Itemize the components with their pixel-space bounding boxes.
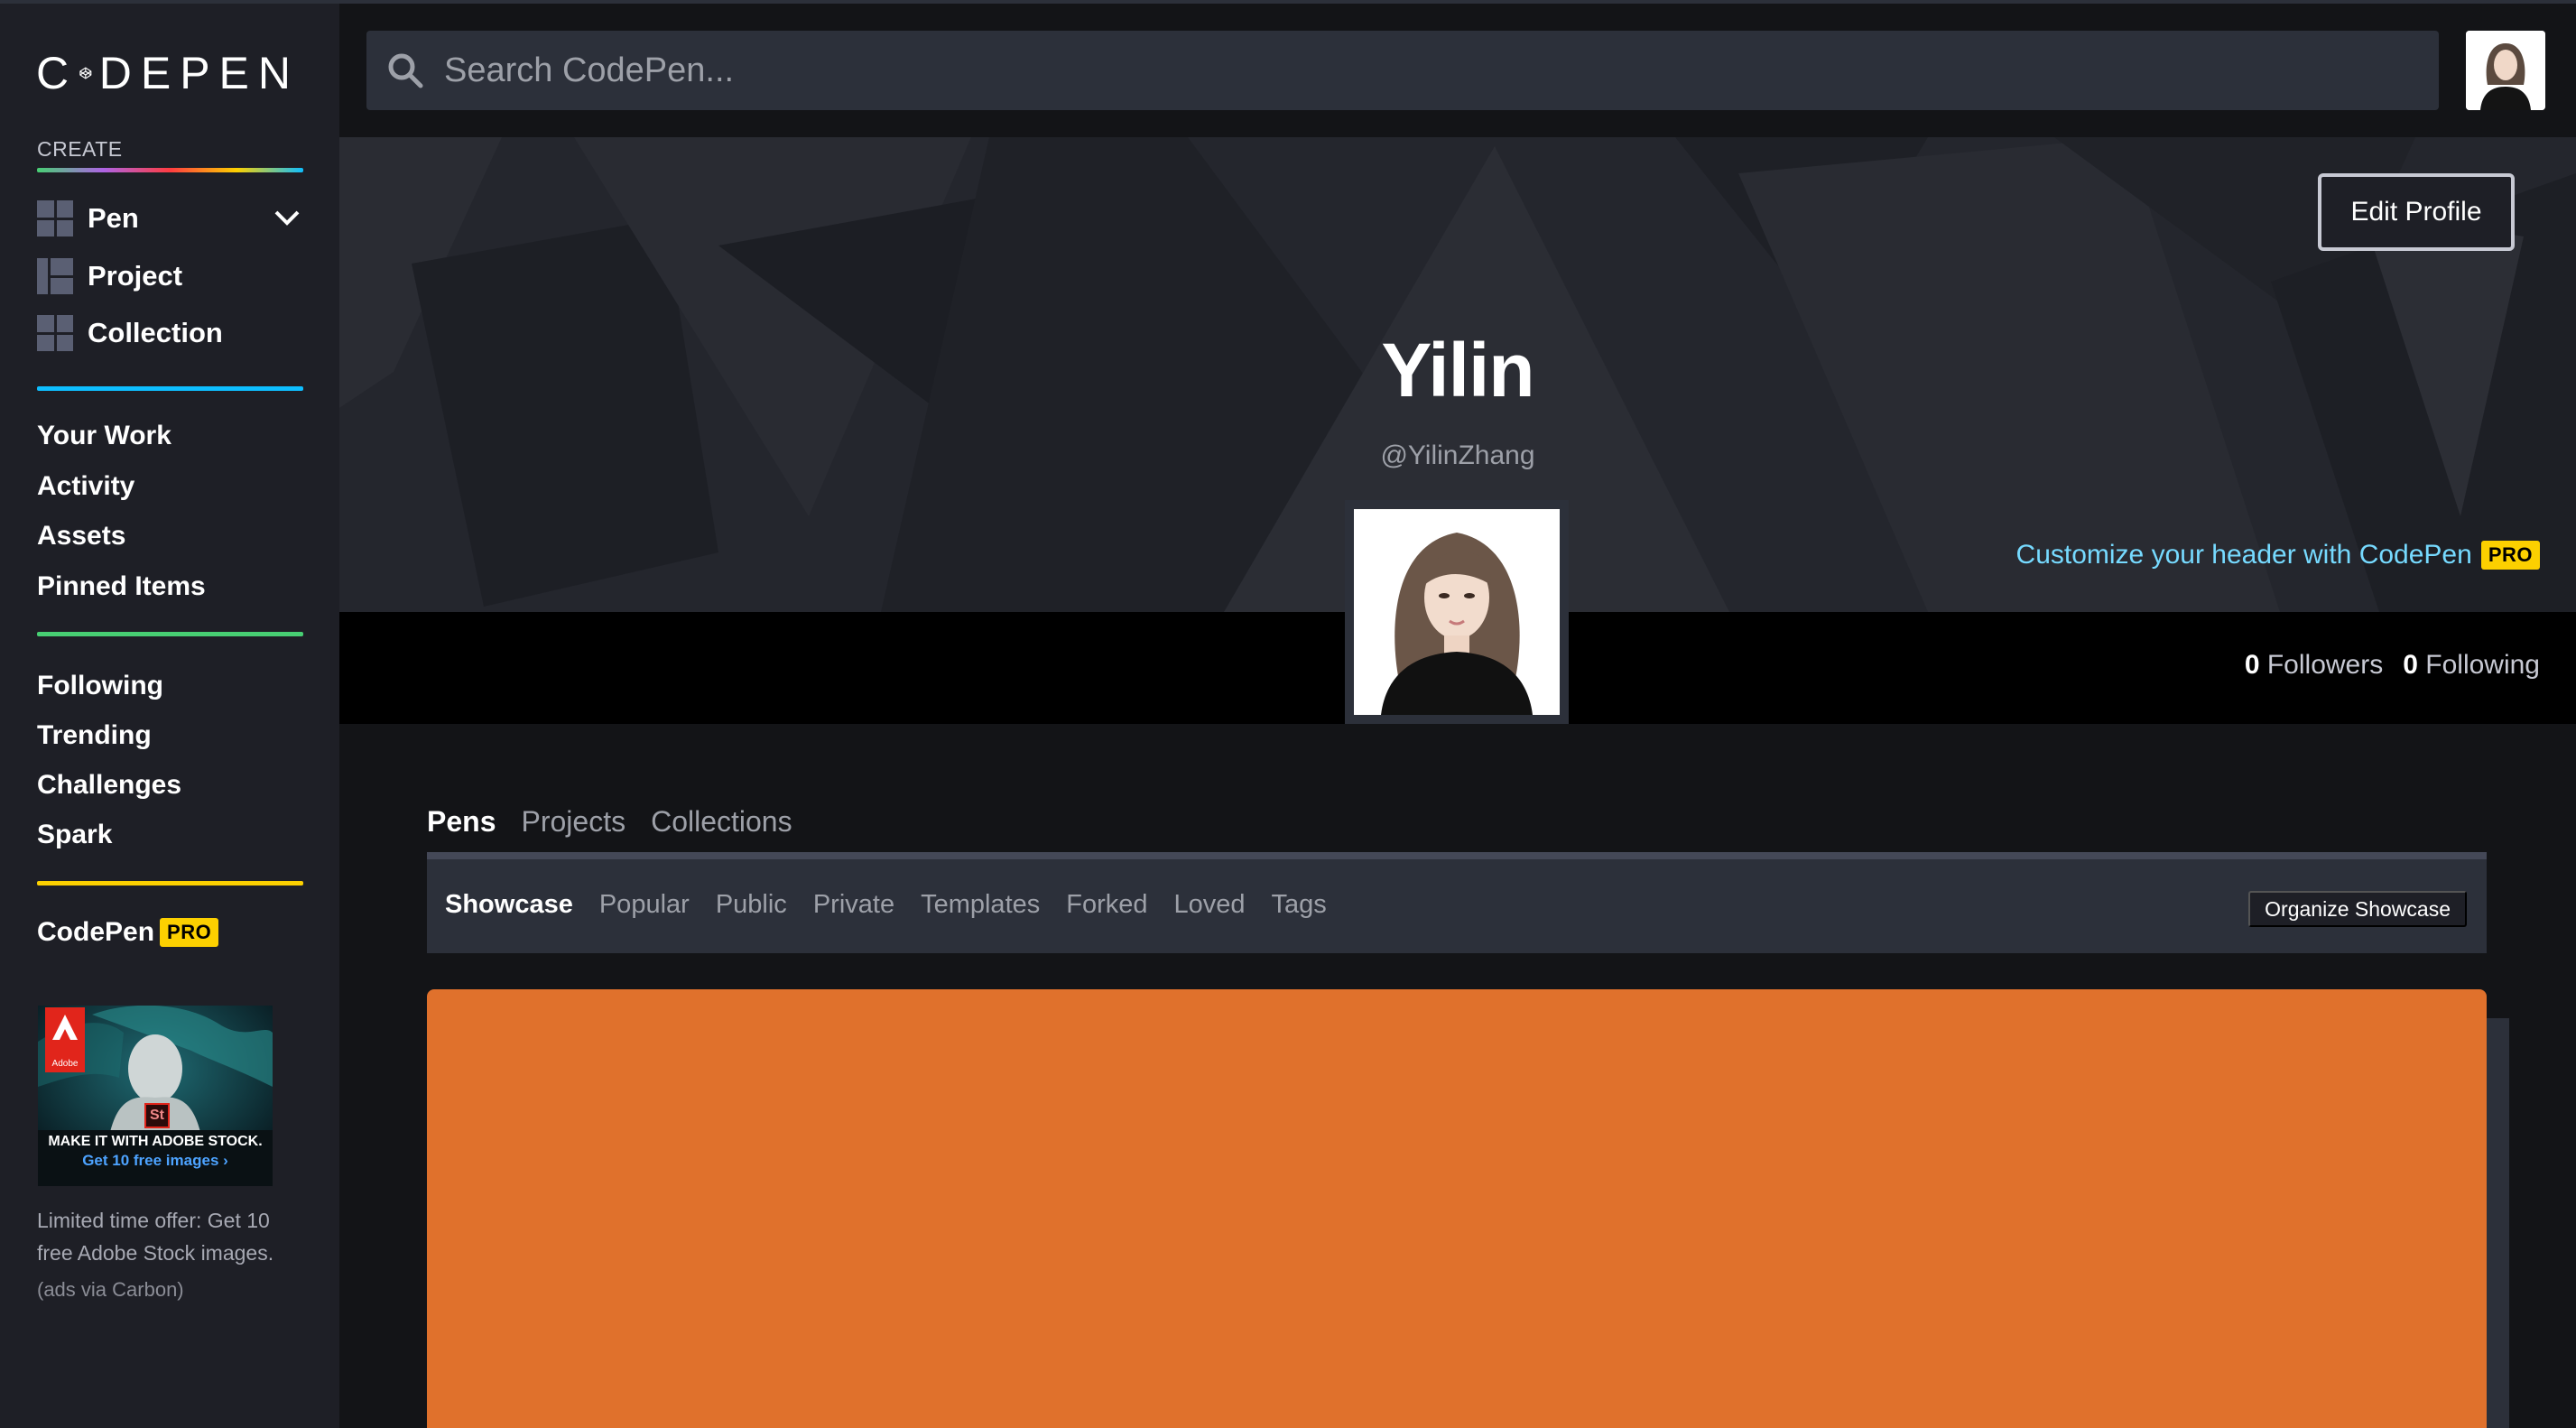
create-project-label: Project <box>88 260 183 292</box>
following-count: 0 <box>2403 650 2418 680</box>
pro-badge: PRO <box>160 918 219 947</box>
ad-cta: Get 10 free images › <box>82 1152 228 1169</box>
adobe-stock-ad[interactable]: Adobe St MAKE IT WITH ADOBE STOCK. Get 1… <box>38 1006 273 1186</box>
nav-following[interactable]: Following <box>37 671 163 701</box>
nav-divider-yellow <box>37 881 303 886</box>
followers-count: 0 <box>2244 650 2260 680</box>
nav-divider-blue <box>37 386 303 391</box>
ad-headline: MAKE IT WITH ADOBE STOCK. <box>48 1134 263 1149</box>
create-divider <box>37 168 303 172</box>
stock-st-icon: St <box>144 1103 170 1128</box>
customize-pro-badge: PRO <box>2480 541 2540 570</box>
followers-stat[interactable]: 0 Followers <box>2245 650 2383 681</box>
nav-challenges[interactable]: Challenges <box>37 770 181 801</box>
create-collection-label: Collection <box>88 317 223 348</box>
followers-label: Followers <box>2266 650 2384 680</box>
search-icon <box>388 53 423 88</box>
ad-via-carbon[interactable]: (ads via Carbon) <box>37 1278 184 1302</box>
create-collection-button[interactable]: Collection <box>37 313 308 353</box>
nav-assets[interactable]: Assets <box>37 521 125 552</box>
showcase-card[interactable] <box>427 989 2487 1428</box>
search-input[interactable] <box>444 51 2340 90</box>
subtab-loved[interactable]: Loved <box>1174 890 1246 920</box>
user-avatar[interactable] <box>2466 31 2545 110</box>
chevron-down-icon[interactable] <box>273 206 301 229</box>
following-label: Following <box>2425 650 2540 680</box>
top-bar <box>339 4 2576 137</box>
profile-avatar <box>1345 500 1569 724</box>
tab-pens[interactable]: Pens <box>427 805 496 839</box>
nav-trending[interactable]: Trending <box>37 720 152 751</box>
adobe-logo-icon: Adobe <box>45 1007 85 1072</box>
customize-header-link[interactable]: Customize your header with CodePen PRO <box>2016 540 2540 570</box>
nav-pinned-items[interactable]: Pinned Items <box>37 571 206 602</box>
search-bar[interactable] <box>366 31 2439 110</box>
nav-activity[interactable]: Activity <box>37 471 134 502</box>
tab-collections[interactable]: Collections <box>651 805 792 839</box>
create-pen-label: Pen <box>88 202 139 234</box>
codepen-logo[interactable]: C DEPEN <box>36 45 300 101</box>
tabs-underline <box>427 852 2487 859</box>
nav-divider-green <box>37 632 303 636</box>
subtab-tags[interactable]: Tags <box>1272 890 1327 920</box>
ad-brand: Adobe <box>51 1059 79 1069</box>
project-icon <box>37 258 73 294</box>
following-stat[interactable]: 0 Following <box>2403 650 2540 681</box>
collection-icon <box>37 315 73 351</box>
subtab-forked[interactable]: Forked <box>1066 890 1147 920</box>
create-pen-button[interactable]: Pen <box>37 199 308 238</box>
sidebar: C DEPEN CREATE Pen Project Collection Yo… <box>0 4 339 1428</box>
organize-showcase-button[interactable]: Organize Showcase <box>2248 891 2467 927</box>
pens-subnav: Showcase Popular Public Private Template… <box>427 859 2487 953</box>
subtab-public[interactable]: Public <box>716 890 787 920</box>
codepen-pro-label: CodePen <box>37 917 155 947</box>
customize-header-text: Customize your header with CodePen <box>2015 540 2472 570</box>
logo-text-left: C <box>36 48 79 98</box>
codepen-cube-icon <box>79 67 92 79</box>
pen-icon <box>37 200 73 236</box>
create-project-button[interactable]: Project <box>37 256 308 296</box>
subtab-private[interactable]: Private <box>813 890 894 920</box>
subtab-popular[interactable]: Popular <box>599 890 690 920</box>
logo-text-right: DEPEN <box>98 48 300 98</box>
subtab-showcase[interactable]: Showcase <box>445 890 573 920</box>
codepen-pro-link[interactable]: CodePen PRO <box>37 917 219 948</box>
nav-your-work[interactable]: Your Work <box>37 421 171 451</box>
subtab-templates[interactable]: Templates <box>921 890 1040 920</box>
ad-description[interactable]: Limited time offer: Get 10 free Adobe St… <box>37 1204 299 1269</box>
tab-projects[interactable]: Projects <box>521 805 625 839</box>
profile-tabs: Pens Projects Collections <box>427 805 792 839</box>
create-section-label: CREATE <box>37 137 123 161</box>
nav-spark[interactable]: Spark <box>37 820 112 850</box>
profile-handle: @YilinZhang <box>1380 440 1535 470</box>
profile-name: Yilin <box>1381 328 1534 413</box>
edit-profile-button[interactable]: Edit Profile <box>2318 173 2515 251</box>
